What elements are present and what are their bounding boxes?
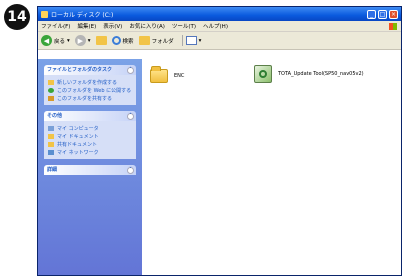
maximize-button[interactable]: □: [378, 9, 387, 19]
details-header[interactable]: 詳細 ˅: [44, 165, 136, 175]
toolbar-divider: [181, 35, 183, 46]
back-dropdown-icon[interactable]: ▾: [67, 38, 70, 44]
menu-favorites[interactable]: お気に入り(A): [129, 22, 165, 30]
window-title: ローカル ディスク (C:): [51, 11, 114, 19]
views-icon: [185, 36, 197, 45]
menu-view[interactable]: 表示(V): [103, 22, 122, 30]
folders-button[interactable]: フォルダ: [138, 36, 174, 45]
menu-edit[interactable]: 編集(E): [77, 22, 96, 30]
shared-documents-icon: [48, 141, 54, 147]
task-share-folder[interactable]: このフォルダを共有する: [48, 94, 132, 102]
drive-icon: [41, 10, 48, 18]
file-tasks-header[interactable]: ファイルとフォルダのタスク ˄: [44, 65, 136, 75]
menu-tools[interactable]: ツール(T): [172, 22, 196, 30]
task-pane: ファイルとフォルダのタスク ˄ 新しいフォルダを作成する このフォルダを Web…: [38, 59, 142, 275]
back-label: 戻る: [54, 38, 66, 45]
collapse-icon[interactable]: ˄: [127, 66, 134, 74]
network-icon: [48, 149, 54, 155]
views-dropdown-icon[interactable]: ▾: [199, 38, 202, 44]
up-folder-icon: [95, 36, 107, 45]
expand-icon[interactable]: ˅: [127, 166, 134, 174]
back-button[interactable]: ◀ 戻る ▾: [41, 35, 70, 46]
search-icon: [111, 36, 121, 45]
task-new-folder[interactable]: 新しいフォルダを作成する: [48, 78, 132, 86]
task-publish-web[interactable]: このフォルダを Web に公開する: [48, 86, 132, 94]
file-item-enc[interactable]: ENC: [150, 66, 185, 83]
minimize-button[interactable]: _: [367, 9, 376, 19]
place-shared-documents[interactable]: 共有ドキュメント: [48, 140, 132, 148]
file-list-area: ENC TOTA_Update Tool(SP50_nav05v2): [142, 59, 401, 275]
search-button[interactable]: 検索: [111, 36, 134, 45]
up-folder-button[interactable]: [95, 36, 107, 45]
menu-file[interactable]: ファイル(F): [41, 22, 70, 30]
menu-help[interactable]: ヘルプ(H): [203, 22, 228, 30]
file-tasks-panel: ファイルとフォルダのタスク ˄ 新しいフォルダを作成する このフォルダを Web…: [44, 65, 136, 105]
forward-arrow-icon: ▶: [74, 35, 86, 46]
place-my-documents[interactable]: マイ ドキュメント: [48, 132, 132, 140]
windows-logo-icon: [389, 22, 397, 30]
other-places-header[interactable]: その他 ˄: [44, 111, 136, 121]
other-places-panel: その他 ˄ マイ コンピュータ マイ ドキュメント 共有ドキュメント マイ ネッ…: [44, 111, 136, 159]
search-label: 検索: [122, 38, 134, 45]
forward-dropdown-icon[interactable]: ▾: [88, 38, 91, 44]
details-panel: 詳細 ˅: [44, 165, 136, 175]
collapse-icon[interactable]: ˄: [127, 112, 134, 120]
step-number-badge: 14: [4, 4, 30, 30]
place-my-network[interactable]: マイ ネットワーク: [48, 148, 132, 156]
title-bar[interactable]: ローカル ディスク (C:) _ □ ×: [38, 7, 401, 21]
globe-icon: [48, 87, 54, 93]
toolbar: ◀ 戻る ▾ ▶ ▾ 検索 フォルダ ▾: [38, 32, 401, 50]
place-my-computer[interactable]: マイ コンピュータ: [48, 124, 132, 132]
close-button[interactable]: ×: [389, 9, 398, 19]
installer-icon: [254, 65, 272, 83]
share-folder-icon: [48, 95, 54, 101]
file-name: ENC: [174, 73, 185, 79]
file-item-update-tool[interactable]: TOTA_Update Tool(SP50_nav05v2): [254, 65, 364, 83]
folder-icon: [150, 66, 168, 83]
folders-label: フォルダ: [151, 38, 174, 45]
back-arrow-icon: ◀: [41, 35, 52, 46]
views-button[interactable]: ▾: [185, 36, 202, 45]
menu-bar: ファイル(F) 編集(E) 表示(V) お気に入り(A) ツール(T) ヘルプ(…: [38, 21, 401, 32]
file-name: TOTA_Update Tool(SP50_nav05v2): [278, 71, 364, 77]
new-folder-icon: [48, 79, 54, 85]
explorer-window: ローカル ディスク (C:) _ □ × ファイル(F) 編集(E) 表示(V)…: [37, 6, 402, 276]
documents-icon: [48, 133, 54, 139]
computer-icon: [48, 125, 54, 131]
folders-icon: [138, 36, 150, 45]
forward-button[interactable]: ▶ ▾: [74, 35, 91, 46]
